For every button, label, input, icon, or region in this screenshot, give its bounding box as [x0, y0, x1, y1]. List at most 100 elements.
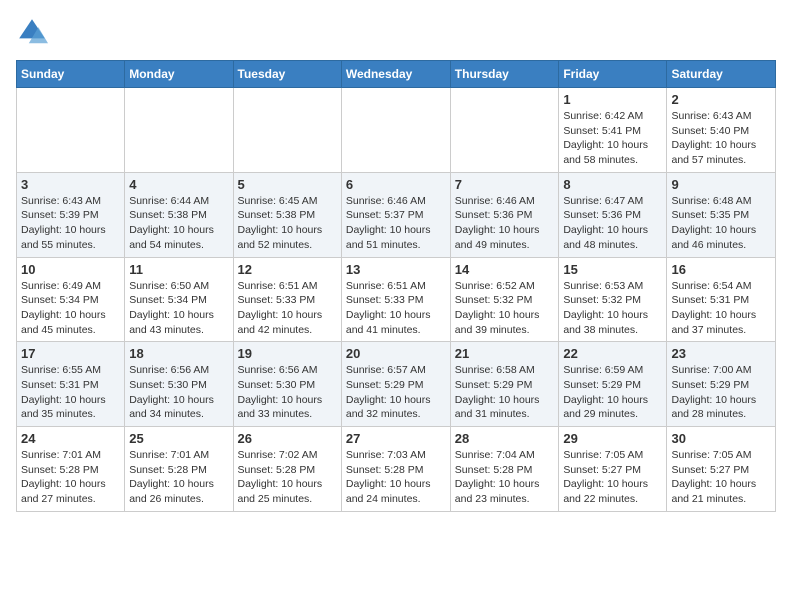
day-number: 25	[129, 431, 228, 446]
day-info: Sunrise: 6:43 AMSunset: 5:40 PMDaylight:…	[671, 109, 771, 168]
day-info: Sunrise: 6:46 AMSunset: 5:36 PMDaylight:…	[455, 194, 555, 253]
day-number: 15	[563, 262, 662, 277]
calendar-week-2: 3Sunrise: 6:43 AMSunset: 5:39 PMDaylight…	[17, 172, 776, 257]
day-info: Sunrise: 7:01 AMSunset: 5:28 PMDaylight:…	[129, 448, 228, 507]
day-info: Sunrise: 7:05 AMSunset: 5:27 PMDaylight:…	[563, 448, 662, 507]
calendar-cell	[125, 88, 233, 173]
day-info: Sunrise: 6:55 AMSunset: 5:31 PMDaylight:…	[21, 363, 120, 422]
day-info: Sunrise: 6:49 AMSunset: 5:34 PMDaylight:…	[21, 279, 120, 338]
calendar-cell: 19Sunrise: 6:56 AMSunset: 5:30 PMDayligh…	[233, 342, 341, 427]
calendar-cell: 25 Sunrise: 7:01 AMSunset: 5:28 PMDayligh…	[125, 427, 233, 512]
day-number: 14	[455, 262, 555, 277]
day-number: 23	[671, 346, 771, 361]
calendar-cell: 22 Sunrise: 6:59 AMSunset: 5:29 PMDayligh…	[559, 342, 667, 427]
day-info: Sunrise: 7:05 AMSunset: 5:27 PMDaylight:…	[671, 448, 771, 507]
calendar-cell: 13 Sunrise: 6:51 AMSunset: 5:33 PMDayligh…	[341, 257, 450, 342]
calendar-cell: 6 Sunrise: 6:46 AMSunset: 5:37 PMDaylight…	[341, 172, 450, 257]
weekday-header-wednesday: Wednesday	[341, 61, 450, 88]
day-number: 20	[346, 346, 446, 361]
calendar-cell: 26Sunrise: 7:02 AMSunset: 5:28 PMDayligh…	[233, 427, 341, 512]
calendar-table: SundayMondayTuesdayWednesdayThursdayFrid…	[16, 60, 776, 512]
day-info: Sunrise: 6:42 AMSunset: 5:41 PMDaylight:…	[563, 109, 662, 168]
day-info: Sunrise: 6:44 AMSunset: 5:38 PMDaylight:…	[129, 194, 228, 253]
day-info: Sunrise: 6:48 AMSunset: 5:35 PMDaylight:…	[671, 194, 771, 253]
day-info: Sunrise: 6:54 AMSunset: 5:31 PMDaylight:…	[671, 279, 771, 338]
calendar-cell	[341, 88, 450, 173]
day-number: 19	[238, 346, 337, 361]
day-info: Sunrise: 7:00 AMSunset: 5:29 PMDaylight:…	[671, 363, 771, 422]
calendar-cell: 30 Sunrise: 7:05 AMSunset: 5:27 PMDayligh…	[667, 427, 776, 512]
day-number: 5	[238, 177, 337, 192]
day-number: 8	[563, 177, 662, 192]
calendar-cell: 12Sunrise: 6:51 AMSunset: 5:33 PMDayligh…	[233, 257, 341, 342]
calendar-cell: 18Sunrise: 6:56 AMSunset: 5:30 PMDayligh…	[125, 342, 233, 427]
calendar-cell	[233, 88, 341, 173]
day-info: Sunrise: 6:56 AMSunset: 5:30 PMDaylight:…	[129, 363, 228, 422]
calendar-cell: 10 Sunrise: 6:49 AMSunset: 5:34 PMDayligh…	[17, 257, 125, 342]
calendar-week-1: 1 Sunrise: 6:42 AMSunset: 5:41 PMDaylight…	[17, 88, 776, 173]
calendar-cell: 29 Sunrise: 7:05 AMSunset: 5:27 PMDayligh…	[559, 427, 667, 512]
day-number: 1	[563, 92, 662, 107]
logo-icon	[16, 16, 48, 48]
day-number: 27	[346, 431, 446, 446]
day-number: 13	[346, 262, 446, 277]
day-info: Sunrise: 6:46 AMSunset: 5:37 PMDaylight:…	[346, 194, 446, 253]
calendar-cell: 17 Sunrise: 6:55 AMSunset: 5:31 PMDayligh…	[17, 342, 125, 427]
day-number: 6	[346, 177, 446, 192]
day-number: 11	[129, 262, 228, 277]
day-number: 21	[455, 346, 555, 361]
calendar-cell: 11 Sunrise: 6:50 AMSunset: 5:34 PMDayligh…	[125, 257, 233, 342]
day-info: Sunrise: 7:01 AMSunset: 5:28 PMDaylight:…	[21, 448, 120, 507]
day-info: Sunrise: 6:43 AMSunset: 5:39 PMDaylight:…	[21, 194, 120, 253]
calendar-week-4: 17 Sunrise: 6:55 AMSunset: 5:31 PMDayligh…	[17, 342, 776, 427]
weekday-header-friday: Friday	[559, 61, 667, 88]
day-number: 7	[455, 177, 555, 192]
day-number: 24	[21, 431, 120, 446]
calendar-cell: 7 Sunrise: 6:46 AMSunset: 5:36 PMDaylight…	[450, 172, 559, 257]
day-number: 30	[671, 431, 771, 446]
day-info: Sunrise: 6:52 AMSunset: 5:32 PMDaylight:…	[455, 279, 555, 338]
weekday-header-monday: Monday	[125, 61, 233, 88]
calendar-cell: 24 Sunrise: 7:01 AMSunset: 5:28 PMDayligh…	[17, 427, 125, 512]
calendar-cell: 1 Sunrise: 6:42 AMSunset: 5:41 PMDaylight…	[559, 88, 667, 173]
calendar-week-3: 10 Sunrise: 6:49 AMSunset: 5:34 PMDayligh…	[17, 257, 776, 342]
weekday-header-saturday: Saturday	[667, 61, 776, 88]
day-info: Sunrise: 6:53 AMSunset: 5:32 PMDaylight:…	[563, 279, 662, 338]
calendar-cell	[17, 88, 125, 173]
calendar-cell: 8 Sunrise: 6:47 AMSunset: 5:36 PMDaylight…	[559, 172, 667, 257]
day-info: Sunrise: 7:03 AMSunset: 5:28 PMDaylight:…	[346, 448, 446, 507]
calendar-week-5: 24 Sunrise: 7:01 AMSunset: 5:28 PMDayligh…	[17, 427, 776, 512]
day-number: 12	[238, 262, 337, 277]
page-header	[16, 16, 776, 48]
calendar-cell	[450, 88, 559, 173]
day-number: 22	[563, 346, 662, 361]
weekday-header-tuesday: Tuesday	[233, 61, 341, 88]
day-info: Sunrise: 6:51 AMSunset: 5:33 PMDaylight:…	[346, 279, 446, 338]
day-number: 16	[671, 262, 771, 277]
day-number: 17	[21, 346, 120, 361]
calendar-cell: 21Sunrise: 6:58 AMSunset: 5:29 PMDayligh…	[450, 342, 559, 427]
day-info: Sunrise: 6:59 AMSunset: 5:29 PMDaylight:…	[563, 363, 662, 422]
day-info: Sunrise: 6:47 AMSunset: 5:36 PMDaylight:…	[563, 194, 662, 253]
day-number: 9	[671, 177, 771, 192]
calendar-cell: 14 Sunrise: 6:52 AMSunset: 5:32 PMDayligh…	[450, 257, 559, 342]
calendar-cell: 27 Sunrise: 7:03 AMSunset: 5:28 PMDayligh…	[341, 427, 450, 512]
calendar-cell: 16 Sunrise: 6:54 AMSunset: 5:31 PMDayligh…	[667, 257, 776, 342]
calendar-header-row: SundayMondayTuesdayWednesdayThursdayFrid…	[17, 61, 776, 88]
day-number: 29	[563, 431, 662, 446]
weekday-header-sunday: Sunday	[17, 61, 125, 88]
calendar-cell: 23 Sunrise: 7:00 AMSunset: 5:29 PMDayligh…	[667, 342, 776, 427]
day-number: 2	[671, 92, 771, 107]
weekday-header-thursday: Thursday	[450, 61, 559, 88]
calendar-cell: 9 Sunrise: 6:48 AMSunset: 5:35 PMDaylight…	[667, 172, 776, 257]
day-info: Sunrise: 7:02 AMSunset: 5:28 PMDaylight:…	[238, 448, 337, 507]
calendar-cell: 28Sunrise: 7:04 AMSunset: 5:28 PMDayligh…	[450, 427, 559, 512]
day-info: Sunrise: 7:04 AMSunset: 5:28 PMDaylight:…	[455, 448, 555, 507]
day-info: Sunrise: 6:45 AMSunset: 5:38 PMDaylight:…	[238, 194, 337, 253]
calendar-cell: 3Sunrise: 6:43 AMSunset: 5:39 PMDaylight…	[17, 172, 125, 257]
calendar-cell: 15 Sunrise: 6:53 AMSunset: 5:32 PMDayligh…	[559, 257, 667, 342]
calendar-cell: 5 Sunrise: 6:45 AMSunset: 5:38 PMDaylight…	[233, 172, 341, 257]
calendar-cell: 4Sunrise: 6:44 AMSunset: 5:38 PMDaylight…	[125, 172, 233, 257]
day-number: 10	[21, 262, 120, 277]
day-info: Sunrise: 6:50 AMSunset: 5:34 PMDaylight:…	[129, 279, 228, 338]
